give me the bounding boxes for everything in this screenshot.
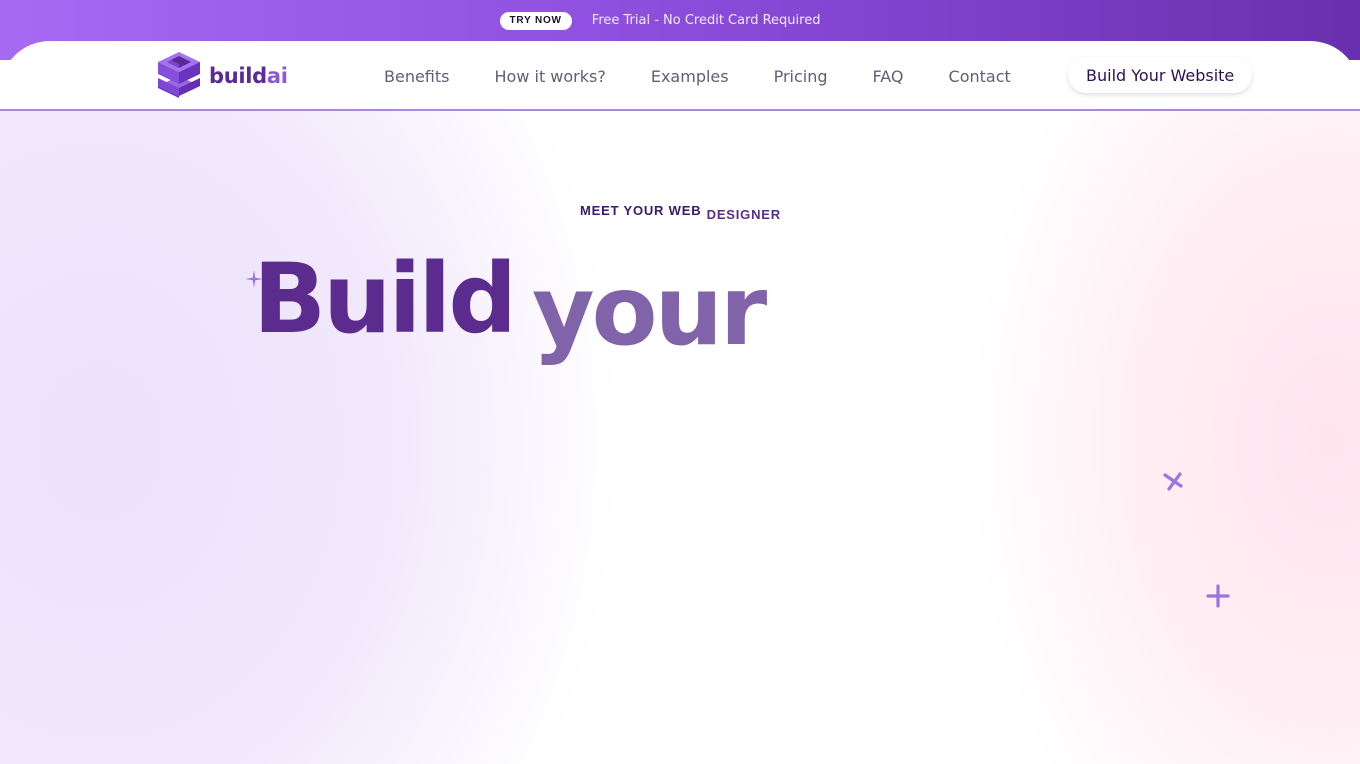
eyebrow-part1: MEET YOUR WEB [580, 203, 702, 218]
nav-link-examples[interactable]: Examples [651, 67, 729, 86]
stacked-cube-logo-icon [157, 50, 201, 102]
main-nav: Benefits How it works? Examples Pricing … [384, 41, 1056, 111]
headline-word-build: Build [253, 243, 517, 355]
try-now-badge[interactable]: TRY NOW [499, 11, 572, 30]
nav-link-faq[interactable]: FAQ [873, 67, 904, 86]
announcement-text: Free Trial - No Credit Card Required [591, 13, 821, 28]
sparkle-plus-icon [1206, 584, 1230, 612]
sparkle-x-icon [1162, 471, 1184, 495]
logo-text-build: build [209, 64, 267, 88]
build-your-website-button[interactable]: Build Your Website [1068, 57, 1253, 93]
nav-link-benefits[interactable]: Benefits [384, 67, 450, 86]
nav-link-contact[interactable]: Contact [949, 67, 1011, 86]
headline-word-your: your [532, 255, 767, 367]
eyebrow-part2: DESIGNER [706, 207, 781, 222]
navbar: buildai Benefits How it works? Examples … [0, 41, 1360, 111]
hero-eyebrow: MEET YOUR WEB DESIGNER [580, 202, 781, 222]
announcement-content: TRY NOW Free Trial - No Credit Card Requ… [0, 0, 1360, 41]
hero-section: MEET YOUR WEB DESIGNER Build your [0, 111, 1360, 764]
hero-headline: Build your [253, 251, 767, 359]
nav-link-pricing[interactable]: Pricing [774, 67, 828, 86]
nav-link-how-it-works[interactable]: How it works? [495, 67, 606, 86]
logo[interactable]: buildai [157, 52, 288, 100]
logo-text-ai: ai [266, 64, 288, 88]
sparkle-plus-icon [244, 269, 264, 293]
logo-text: buildai [209, 64, 288, 88]
